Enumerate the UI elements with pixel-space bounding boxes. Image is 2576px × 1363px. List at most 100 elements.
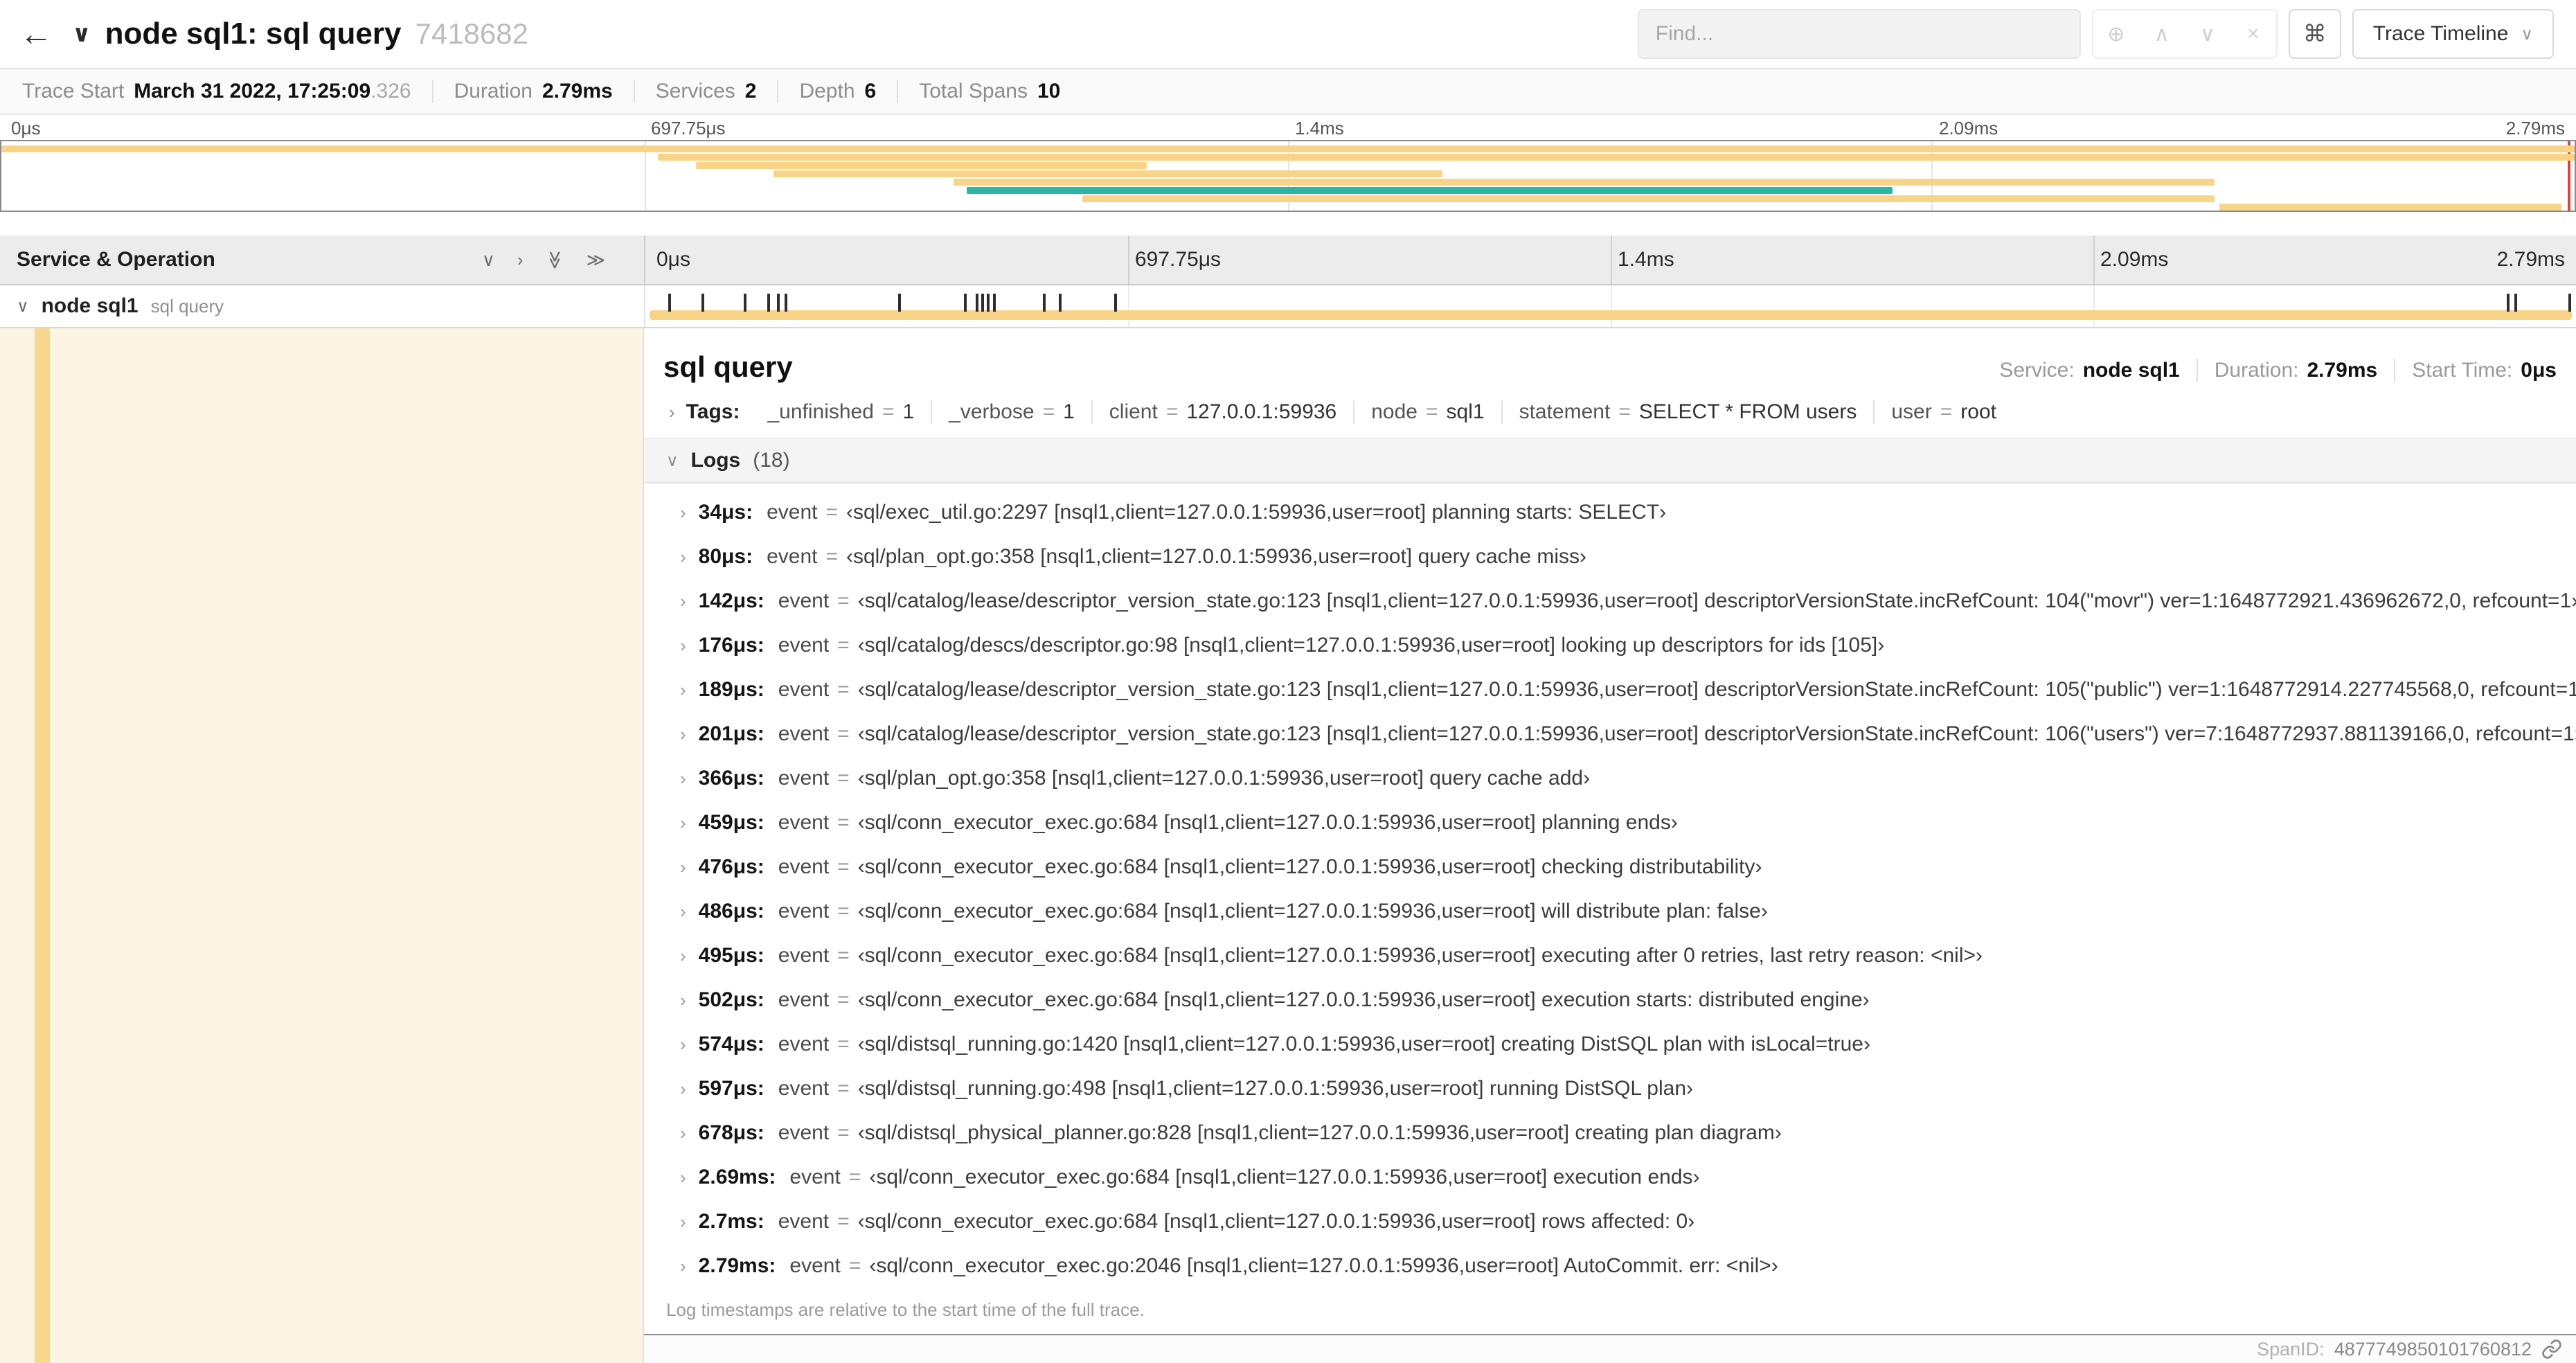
collapse-one-icon[interactable]: ∨ [482, 249, 495, 271]
chevron-down-icon[interactable]: ∨ [17, 296, 29, 317]
log-field-key: event [778, 811, 830, 834]
tag-item: node = sql1 [1353, 400, 1501, 424]
log-equals: = [837, 678, 850, 701]
chevron-down-icon[interactable]: ∨ [2185, 10, 2230, 57]
chevron-right-icon: › [680, 900, 686, 922]
chevron-right-icon: › [680, 501, 686, 523]
log-field-value: ‹sql/catalog/descs/descriptor.go:98 [nsq… [857, 634, 1885, 657]
log-row[interactable]: › 502μs: event = ‹sql/conn_executor_exec… [644, 978, 2576, 1022]
chevron-right-icon: › [680, 1033, 686, 1055]
log-row[interactable]: › 486μs: event = ‹sql/conn_executor_exec… [644, 889, 2576, 934]
log-timestamp: 189μs: [698, 678, 764, 701]
log-equals: = [848, 1254, 861, 1277]
ruler-tick-label: 2.09ms [2100, 248, 2169, 271]
log-equals: = [848, 1166, 861, 1188]
log-row[interactable]: › 459μs: event = ‹sql/conn_executor_exec… [644, 801, 2576, 845]
chevron-down-icon[interactable]: ∨ [72, 20, 91, 48]
log-field-value: ‹sql/conn_executor_exec.go:684 [nsql1,cl… [857, 944, 1983, 967]
log-marker-tick [668, 294, 672, 312]
log-equals: = [837, 1121, 850, 1144]
log-row[interactable]: › 34μs: event = ‹sql/exec_util.go:2297 [… [644, 490, 2576, 535]
tag-value: 1 [902, 400, 915, 423]
log-row[interactable]: › 2.7ms: event = ‹sql/conn_executor_exec… [644, 1200, 2576, 1244]
log-timestamp: 678μs: [698, 1121, 764, 1144]
chevron-right-icon: › [680, 989, 686, 1010]
collapse-controls: ∨ › ≫ ≫ [482, 249, 630, 271]
link-icon[interactable] [2541, 1339, 2562, 1360]
tag-key: client [1109, 400, 1158, 423]
log-field-value: ‹sql/distsql_physical_planner.go:828 [ns… [857, 1121, 1782, 1144]
tag-equals: = [1042, 400, 1055, 423]
chevron-up-icon[interactable]: ∧ [2139, 10, 2185, 57]
minimap-canvas[interactable] [0, 140, 2576, 212]
expand-all-icon[interactable]: ≫ [587, 249, 605, 271]
log-timestamp: 2.69ms: [698, 1166, 776, 1188]
log-row[interactable]: › 366μs: event = ‹sql/plan_opt.go:358 [n… [644, 756, 2576, 801]
log-equals: = [837, 589, 850, 612]
chevron-right-icon: › [680, 1122, 686, 1143]
log-marker-tick [701, 294, 704, 312]
log-equals: = [837, 1210, 850, 1233]
close-icon[interactable]: × [2230, 10, 2276, 57]
collapse-all-icon[interactable]: ≫ [544, 250, 566, 269]
back-button[interactable]: ← [0, 0, 72, 68]
log-equals: = [837, 722, 850, 745]
chevron-right-icon: › [669, 401, 675, 422]
tag-value: 1 [1063, 400, 1075, 423]
keyboard-shortcuts-button[interactable]: ⌘ [2288, 9, 2341, 59]
minimap-span-bar [657, 154, 2575, 161]
timeline-header: Service & Operation ∨ › ≫ ≫ 0μs 697.75μs… [0, 235, 2576, 285]
log-row[interactable]: › 476μs: event = ‹sql/conn_executor_exec… [644, 845, 2576, 889]
log-row[interactable]: › 597μs: event = ‹sql/distsql_running.go… [644, 1067, 2576, 1111]
minimap-tick-labels: 0μs 697.75μs 1.4ms 2.09ms 2.79ms [0, 115, 2576, 140]
span-service-name: node sql1 [41, 294, 138, 317]
ruler-gridline [2093, 235, 2095, 284]
summary-value: 6 [864, 80, 877, 103]
logs-list: › 34μs: event = ‹sql/exec_util.go:2297 [… [644, 483, 2576, 1288]
log-field-key: event [767, 545, 818, 568]
logs-accordion-toggle[interactable]: ∨ Logs (18) [644, 439, 2576, 483]
minimap-span-bar [696, 162, 1147, 169]
log-timestamp: 574μs: [698, 1033, 764, 1055]
meta-start-time: Start Time: 0μs [2394, 359, 2557, 382]
chevron-right-icon: › [680, 1255, 686, 1276]
expand-one-icon[interactable]: › [517, 249, 524, 271]
tag-item: client = 127.0.0.1:59936 [1091, 400, 1353, 424]
log-marker-tick [987, 294, 990, 312]
log-row[interactable]: › 201μs: event = ‹sql/catalog/lease/desc… [644, 712, 2576, 756]
find-input[interactable] [1637, 9, 2081, 59]
log-row[interactable]: › 2.79ms: event = ‹sql/conn_executor_exe… [644, 1244, 2576, 1288]
log-row[interactable]: › 678μs: event = ‹sql/distsql_physical_p… [644, 1111, 2576, 1155]
log-row[interactable]: › 574μs: event = ‹sql/distsql_running.go… [644, 1022, 2576, 1067]
minimap-span-bar [2219, 204, 2562, 211]
span-detail-meta: Service: node sql1 Duration: 2.79ms Star… [1983, 359, 2557, 382]
log-field-value: ‹sql/distsql_running.go:498 [nsql1,clien… [857, 1077, 1694, 1100]
tag-value: sql1 [1446, 400, 1485, 423]
log-timestamp: 34μs: [698, 501, 753, 524]
summary-item: Depth 6 [777, 80, 897, 103]
minimap-tick-label: 0μs [11, 118, 41, 139]
row-gridline [2093, 285, 2095, 327]
log-field-value: ‹sql/conn_executor_exec.go:684 [nsql1,cl… [857, 988, 1870, 1011]
chevron-right-icon: › [680, 1211, 686, 1232]
span-duration-bar[interactable] [649, 310, 2573, 320]
log-timestamp: 2.79ms: [698, 1254, 776, 1277]
log-row[interactable]: › 2.69ms: event = ‹sql/conn_executor_exe… [644, 1155, 2576, 1200]
log-row[interactable]: › 495μs: event = ‹sql/conn_executor_exec… [644, 934, 2576, 978]
log-row[interactable]: › 176μs: event = ‹sql/catalog/descs/desc… [644, 623, 2576, 668]
log-marker-tick [2506, 294, 2510, 312]
log-row[interactable]: › 142μs: event = ‹sql/catalog/lease/desc… [644, 579, 2576, 623]
span-operation-name: sql query [150, 295, 224, 317]
span-row-name-cell[interactable]: ∨ node sql1 sql query [0, 285, 644, 327]
log-field-key: event [778, 722, 830, 745]
circle-plus-icon[interactable]: ⊕ [2093, 10, 2139, 57]
log-field-value: ‹sql/exec_util.go:2297 [nsql1,client=127… [846, 501, 1667, 524]
log-row[interactable]: › 80μs: event = ‹sql/plan_opt.go:358 [ns… [644, 535, 2576, 579]
log-field-value: ‹sql/catalog/lease/descriptor_version_st… [857, 589, 2576, 612]
span-id-value: 4877749850101760812 [2334, 1338, 2532, 1360]
view-type-dropdown[interactable]: Trace Timeline ∨ [2352, 9, 2554, 59]
meta-label: Duration: [2214, 359, 2299, 382]
summary-label: Depth [799, 80, 855, 103]
tags-accordion-toggle[interactable]: › Tags: _unfinished = 1 _verbose = 1 cli… [644, 400, 2576, 439]
log-row[interactable]: › 189μs: event = ‹sql/catalog/lease/desc… [644, 668, 2576, 712]
